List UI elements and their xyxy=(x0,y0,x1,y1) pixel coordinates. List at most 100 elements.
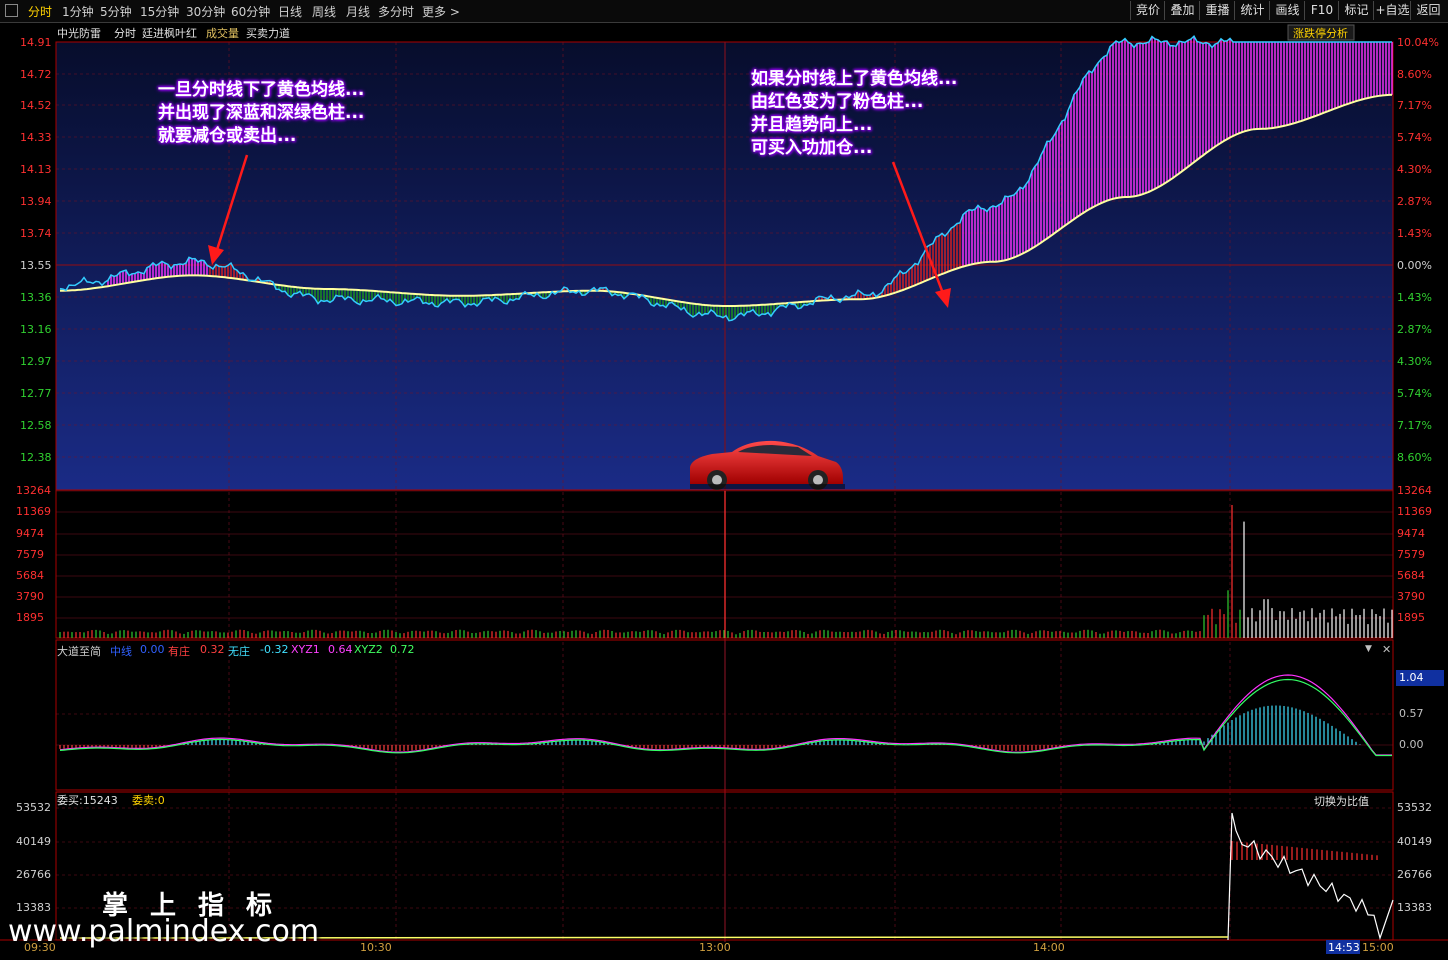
time-axis-label: 13:00 xyxy=(699,941,731,954)
period-tab-3[interactable]: 15分钟 xyxy=(140,3,179,20)
toolbar-button-7[interactable]: +自选 xyxy=(1373,1,1411,20)
volume-axis-left-label: 11369 xyxy=(16,505,51,518)
indicator-dropdown-icon[interactable]: ▼ xyxy=(1365,644,1372,654)
price-axis-right-label: 2.87% xyxy=(1397,195,1432,208)
indicator-bars xyxy=(59,705,1361,751)
order-axis-right-label: 53532 xyxy=(1397,801,1432,814)
power-label: 买卖力道 xyxy=(246,27,290,40)
price-axis-right-label: 2.87% xyxy=(1397,323,1432,336)
price-axis-right-label: 4.30% xyxy=(1397,355,1432,368)
order-axis-right-label: 26766 xyxy=(1397,868,1432,881)
annotation-left-line-3: 就要减仓或卖出... xyxy=(158,126,297,146)
price-axis-right-label: 7.17% xyxy=(1397,419,1432,432)
toolbar-button-8[interactable]: 返回 xyxy=(1410,1,1446,20)
toolbar-button-0[interactable]: 竞价 xyxy=(1130,1,1165,20)
price-axis-right-label: 5.74% xyxy=(1397,387,1432,400)
volume-bars xyxy=(59,491,1393,638)
watermark-url: www.palmindex.com xyxy=(8,914,320,949)
indicator-name: 廷进枫叶红 xyxy=(142,27,197,40)
toolbar-button-1[interactable]: 叠加 xyxy=(1164,1,1200,20)
indicator-axis-label: 0.57 xyxy=(1399,707,1424,720)
order-sell-label: 委卖:0 xyxy=(132,794,165,807)
period-tab-8[interactable]: 月线 xyxy=(346,3,370,20)
toolbar: 分时 1分钟 5分钟 15分钟 30分钟 60分钟 日线 周线 月线 多分时 更多 > 竞价 叠加 重播… xyxy=(0,0,1448,23)
volume-axis-left-label: 1895 xyxy=(16,611,44,624)
indicator-dealer-value: 0.32 xyxy=(200,643,225,656)
toolbar-button-4[interactable]: 画线 xyxy=(1269,1,1305,20)
indicator-nodealer-label: 无庄 xyxy=(228,645,250,658)
period-tab-1[interactable]: 1分钟 xyxy=(62,3,94,20)
toolbar-button-3[interactable]: 统计 xyxy=(1234,1,1270,20)
indicator-axis-label: 1.04 xyxy=(1399,671,1424,684)
annotation-right-line-2: 由红色变为了粉色柱... xyxy=(751,92,924,112)
price-axis-right-label: 5.74% xyxy=(1397,131,1432,144)
price-axis-left-label: 12.77 xyxy=(20,387,52,400)
toolbar-button-2[interactable]: 重播 xyxy=(1199,1,1235,20)
volume-axis-left-label: 13264 xyxy=(16,484,51,497)
switch-ratio-button[interactable]: 切换为比值 xyxy=(1314,793,1369,809)
annotation-left-line-1: 一旦分时线下了黄色均线... xyxy=(158,80,365,100)
annotation-right-line-1: 如果分时线上了黄色均线... xyxy=(751,69,958,89)
order-axis-left-label: 13383 xyxy=(16,901,51,914)
indicator-xyz2-value: 0.72 xyxy=(390,643,415,656)
volume-axis-left-label: 5684 xyxy=(16,569,44,582)
period-tab-0[interactable]: 分时 xyxy=(28,3,52,20)
order-axis-right-label: 13383 xyxy=(1397,901,1432,914)
annotation-left: 一旦分时线下了黄色均线... 并出现了深蓝和深绿色柱... 就要减仓或卖出... xyxy=(158,79,364,148)
price-axis-left-label: 14.52 xyxy=(20,99,52,112)
volume-axis-right-label: 13264 xyxy=(1397,484,1432,497)
order-axis-left-label: 40149 xyxy=(16,835,51,848)
time-axis-label: 14:00 xyxy=(1033,941,1065,954)
indicator-mid-label: 中线 xyxy=(110,645,132,658)
time-axis-label: 15:00 xyxy=(1362,941,1394,954)
volume-axis-right-label: 7579 xyxy=(1397,548,1425,561)
indicator-xyz1-label: XYZ1 xyxy=(291,643,320,656)
price-axis-left-label: 13.94 xyxy=(20,195,52,208)
window-menu-icon[interactable] xyxy=(5,4,18,17)
chart-mode: 分时 xyxy=(114,27,136,40)
period-tab-2[interactable]: 5分钟 xyxy=(100,3,132,20)
price-axis-left-label: 12.58 xyxy=(20,419,52,432)
price-axis-left-label: 14.13 xyxy=(20,163,52,176)
time-axis-label: 14:53 xyxy=(1328,941,1360,954)
price-axis-left-label: 13.36 xyxy=(20,291,52,304)
volume-axis-right-label: 11369 xyxy=(1397,505,1432,518)
price-axis-right-label: 7.17% xyxy=(1397,99,1432,112)
price-axis-right-label: 1.43% xyxy=(1397,227,1432,240)
time-axis-label: 10:30 xyxy=(360,941,392,954)
order-axis-left-label: 26766 xyxy=(16,868,51,881)
order-buy-label: 委买:15243 xyxy=(57,794,118,807)
volume-axis-right-label: 9474 xyxy=(1397,527,1425,540)
volume-axis-left-label: 9474 xyxy=(16,527,44,540)
indicator-nodealer-value: -0.32 xyxy=(260,643,289,656)
annotation-right-line-4: 可买入功加仓... xyxy=(751,138,873,158)
toolbar-button-5[interactable]: F10 xyxy=(1304,1,1339,20)
price-axis-left-label: 13.74 xyxy=(20,227,52,240)
period-tab-4[interactable]: 30分钟 xyxy=(186,3,225,20)
chart-area xyxy=(0,24,1448,954)
price-axis-left-label: 14.33 xyxy=(20,131,52,144)
volume-axis-left-label: 7579 xyxy=(16,548,44,561)
order-axis-right-label: 40149 xyxy=(1397,835,1432,848)
period-tab-5[interactable]: 60分钟 xyxy=(231,3,270,20)
period-tab-10[interactable]: 更多 > xyxy=(422,3,460,20)
volume-label: 成交量 xyxy=(206,27,239,40)
indicator-close-icon[interactable]: ✕ xyxy=(1382,643,1391,656)
price-axis-right-label: 0.00% xyxy=(1397,259,1432,272)
limit-analysis-button[interactable]: 涨跌停分析 xyxy=(1293,25,1348,41)
volume-axis-right-label: 1895 xyxy=(1397,611,1425,624)
annotation-right-line-3: 并且趋势向上... xyxy=(751,115,873,135)
price-axis-right-label: 8.60% xyxy=(1397,451,1432,464)
price-axis-right-label: 10.04% xyxy=(1397,36,1439,49)
indicator-title: 大道至简 xyxy=(57,645,101,658)
volume-axis-right-label: 3790 xyxy=(1397,590,1425,603)
price-axis-left-label: 13.55 xyxy=(20,259,52,272)
period-tab-7[interactable]: 周线 xyxy=(312,3,336,20)
toolbar-button-6[interactable]: 标记 xyxy=(1338,1,1374,20)
order-line xyxy=(1227,812,1394,941)
period-tab-6[interactable]: 日线 xyxy=(278,3,302,20)
indicator-axis-label: 0.00 xyxy=(1399,738,1424,751)
price-axis-right-label: 4.30% xyxy=(1397,163,1432,176)
period-tab-9[interactable]: 多分时 xyxy=(378,3,414,20)
volume-axis-left-label: 3790 xyxy=(16,590,44,603)
